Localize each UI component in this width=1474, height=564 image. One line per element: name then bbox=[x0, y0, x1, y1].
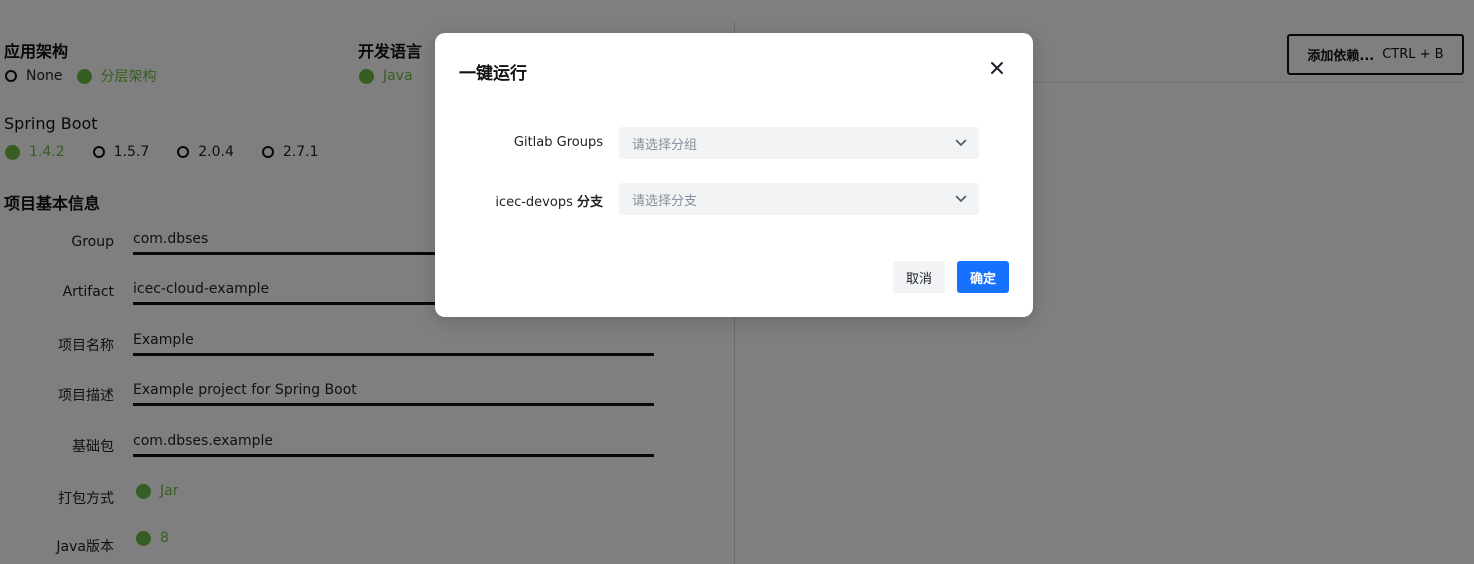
select-placeholder: 请选择分支 bbox=[632, 193, 698, 209]
run-dialog: 一键运行 Gitlab Groups 请选择分组 icec-devops 分支 … bbox=[435, 33, 1033, 317]
label-text: icec-devops bbox=[495, 195, 577, 210]
dialog-title: 一键运行 bbox=[459, 64, 527, 84]
branch-select[interactable]: 请选择分支 bbox=[619, 183, 979, 215]
label-text-bold: 分支 bbox=[576, 195, 603, 210]
gitlab-groups-select[interactable]: 请选择分组 bbox=[619, 127, 979, 159]
chevron-down-icon bbox=[955, 137, 967, 149]
form-label-gitlab-groups: Gitlab Groups bbox=[514, 135, 603, 150]
cancel-button[interactable]: 取消 bbox=[893, 261, 945, 293]
page: 应用架构 None 分层架构 开发语言 Java Spring Boot 1.4… bbox=[0, 0, 1474, 564]
confirm-button[interactable]: 确定 bbox=[957, 261, 1009, 293]
close-icon[interactable] bbox=[988, 59, 1006, 77]
form-row-gitlab-groups: Gitlab Groups 请选择分组 bbox=[435, 127, 1033, 159]
form-label-branch: icec-devops 分支 bbox=[495, 191, 603, 210]
select-placeholder: 请选择分组 bbox=[632, 137, 698, 153]
chevron-down-icon bbox=[955, 193, 967, 205]
label-text: Gitlab Groups bbox=[513, 135, 603, 150]
form-row-branch: icec-devops 分支 请选择分支 bbox=[435, 183, 1033, 215]
